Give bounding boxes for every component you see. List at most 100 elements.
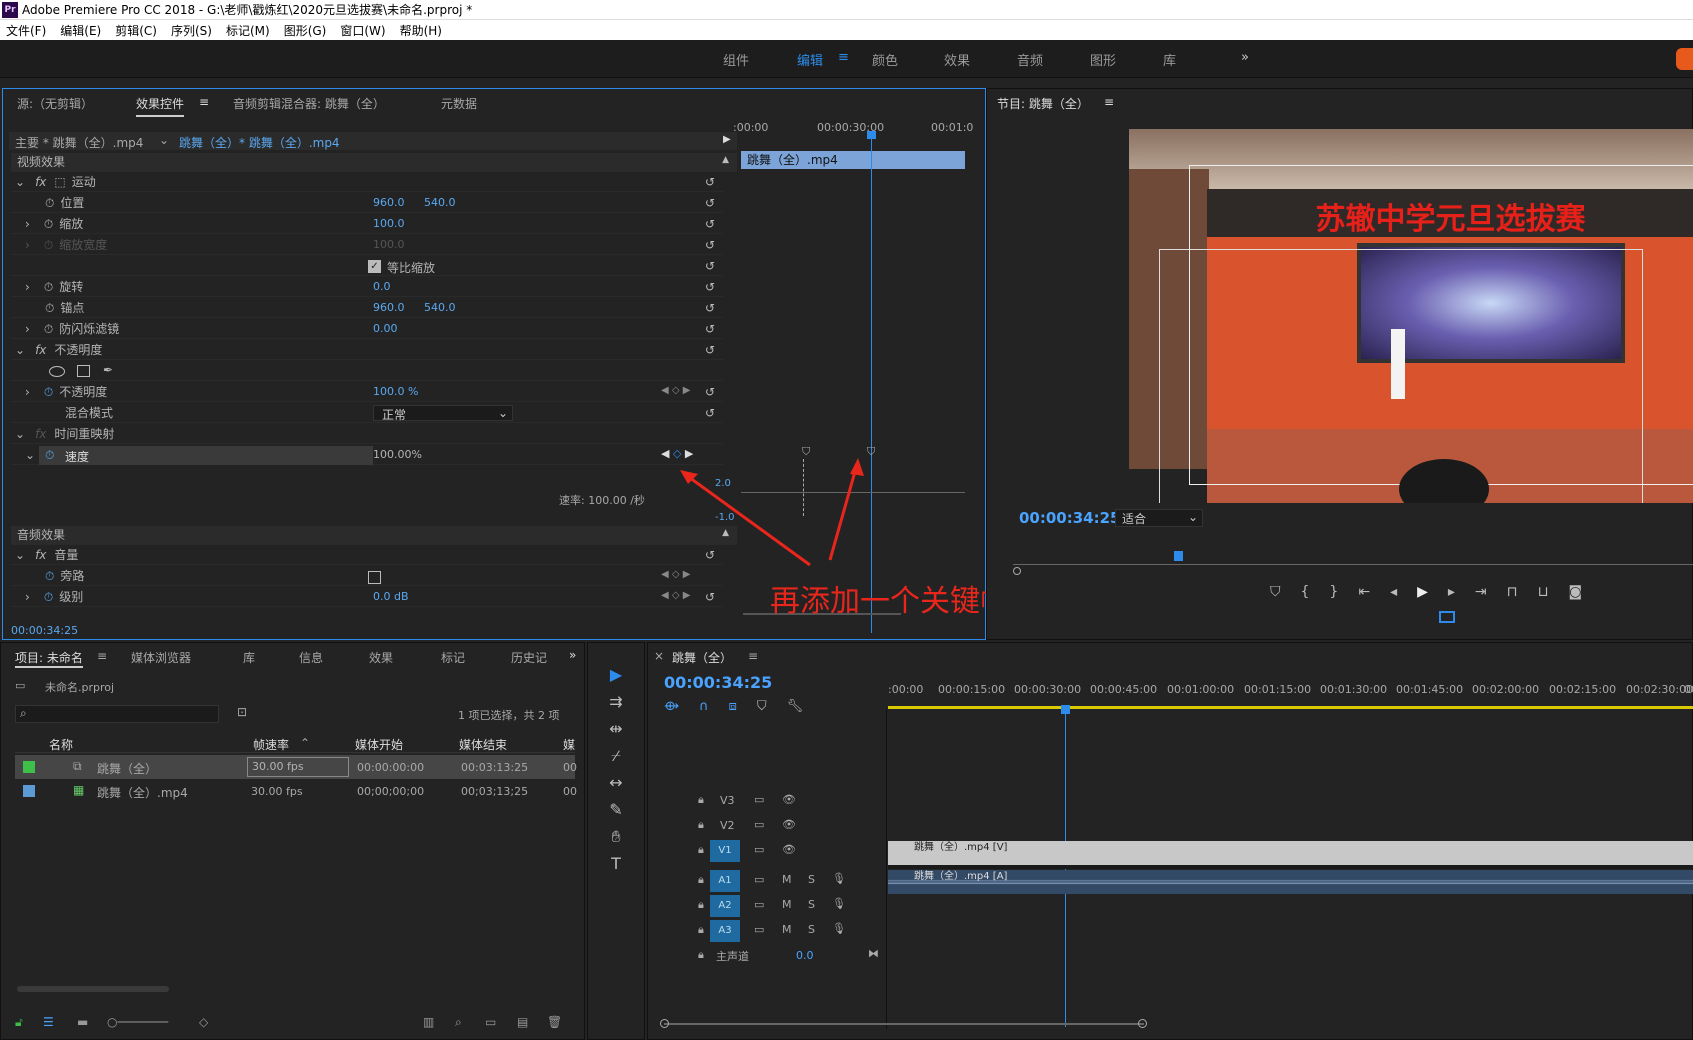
opacity-value[interactable]: 100.0 % <box>373 385 418 398</box>
wrench-icon[interactable]: 🔧︎ <box>787 699 804 714</box>
trash-icon[interactable]: 🗑︎ <box>547 1015 562 1029</box>
anchor-x-value[interactable]: 960.0 <box>373 301 405 314</box>
panel-more-icon[interactable]: » <box>569 648 576 662</box>
list-view-icon[interactable]: ☰ <box>43 1015 54 1029</box>
workspace-assembly[interactable]: 组件 <box>723 50 749 69</box>
track-v2[interactable]: 🔒︎ V2 ▭ 👁︎ <box>698 814 886 838</box>
slip-tool-icon[interactable]: ↔ <box>596 769 636 796</box>
timeline-timecode[interactable]: 00:00:34:25 <box>664 673 772 692</box>
new-search-bin-icon[interactable]: ⊡ <box>237 705 247 719</box>
keyframe-nav-icon[interactable]: ◀ ◇ ▶ <box>661 385 690 396</box>
timeline-zoom-scrollbar[interactable] <box>664 1023 1144 1025</box>
tab-media-browser[interactable]: 媒体浏览器 <box>131 649 191 666</box>
workspace-audio[interactable]: 音频 <box>1017 50 1043 69</box>
menu-file[interactable]: 文件(F) <box>6 22 46 39</box>
automate-icon[interactable]: ▥ <box>423 1015 434 1029</box>
menu-markers[interactable]: 标记(M) <box>226 22 270 39</box>
menu-graphics[interactable]: 图形(G) <box>284 22 327 39</box>
nest-icon[interactable]: ⟴ <box>664 699 679 714</box>
project-menu-icon[interactable]: ≡ <box>97 649 107 663</box>
track-master[interactable]: 🔒︎ 主声道 0.0 ⧓ <box>698 944 886 968</box>
effect-opacity-row[interactable]: ⌄ fx 不透明度 ↺ <box>11 341 723 360</box>
master-clip-label[interactable]: 主要 * 跳舞（全）.mp4 <box>15 134 143 151</box>
tab-project[interactable]: 项目: 未命名 <box>15 649 83 668</box>
track-v1[interactable]: 🔒︎ V1 ▭ 👁︎ <box>698 839 886 863</box>
effect-timeline-clip[interactable]: 跳舞（全）.mp4 <box>741 151 965 169</box>
audio-clip-a1[interactable]: 跳舞（全）.mp4 [A] <box>888 870 1693 894</box>
icon-view-icon[interactable]: ▬ <box>77 1015 88 1029</box>
menu-window[interactable]: 窗口(W) <box>340 22 385 39</box>
workspace-graphics[interactable]: 图形 <box>1090 50 1116 69</box>
workspace-color[interactable]: 颜色 <box>872 50 898 69</box>
track-a2[interactable]: 🔒︎ A2 ▭ M S 🎙︎ <box>698 894 886 918</box>
tab-history[interactable]: 历史记 <box>511 649 547 666</box>
sequence-clip-label[interactable]: 跳舞（全）* 跳舞（全）.mp4 <box>179 134 340 151</box>
rotation-value[interactable]: 0.0 <box>373 280 391 293</box>
comparison-view-icon[interactable] <box>1439 611 1455 623</box>
column-media-end[interactable]: 媒体结束 <box>459 736 507 753</box>
linked-selection-icon[interactable]: ⧈ <box>729 699 737 714</box>
position-x-value[interactable]: 960.0 <box>373 196 405 209</box>
effect-timeline-ruler[interactable]: :00:00 00:00:30:00 00:01:0 <box>733 119 973 137</box>
tab-metadata[interactable]: 元数据 <box>441 95 477 112</box>
lock-icon[interactable]: 🔓︎ <box>15 1015 23 1030</box>
sort-icons-icon[interactable]: ◇ <box>199 1015 208 1029</box>
tab-info[interactable]: 信息 <box>299 649 323 666</box>
type-tool-icon[interactable]: T <box>596 850 636 877</box>
pen-tool-icon[interactable]: ✎ <box>596 796 636 823</box>
scale-value[interactable]: 100.0 <box>373 217 405 230</box>
menu-clip[interactable]: 剪辑(C) <box>115 22 157 39</box>
track-select-tool-icon[interactable]: ⇉ <box>596 688 636 715</box>
tab-libraries[interactable]: 库 <box>243 649 255 666</box>
bypass-checkbox[interactable] <box>368 571 381 584</box>
hand-tool-icon[interactable]: ✋︎ <box>596 823 636 850</box>
speed-value[interactable]: 100.00% <box>373 448 422 461</box>
level-value[interactable]: 0.0 dB <box>373 590 409 603</box>
effect-playhead-handle[interactable] <box>867 131 876 139</box>
zoom-slider[interactable]: ○─────── <box>107 1015 168 1029</box>
tab-source[interactable]: 源:（无剪辑） <box>17 95 93 112</box>
effect-motion-row[interactable]: ⌄ fx ⬚ 运动 ↺ <box>11 173 723 192</box>
sequence-tab[interactable]: 跳舞（全） <box>672 649 732 666</box>
workspace-menu-icon[interactable]: ≡ <box>838 50 849 65</box>
timeline-ruler[interactable]: :00:00 00:00:15:00 00:00:30:00 00:00:45:… <box>888 683 1693 705</box>
video-clip-v1[interactable]: 跳舞（全）.mp4 [V] <box>888 841 1693 865</box>
project-row-clip[interactable]: ▦ 跳舞（全）.mp4 30.00 fps 00;00;00;00 00;03;… <box>15 779 577 803</box>
time-remap-row[interactable]: ⌄ fx 时间重映射 <box>11 425 723 444</box>
column-media-start[interactable]: 媒体开始 <box>355 736 403 753</box>
track-a1[interactable]: 🔒︎ A1 ▭ M S 🎙︎ <box>698 869 886 893</box>
tab-effect-controls[interactable]: 效果控件 <box>136 95 185 117</box>
program-menu-icon[interactable]: ≡ <box>1104 95 1114 109</box>
program-zoom-handle[interactable] <box>1013 567 1021 575</box>
program-transport-controls[interactable]: ⛉{}⇤◂▶▸⇥⊓⊔◙ <box>1270 584 1602 600</box>
selection-tool-icon[interactable]: ▶ <box>596 661 636 688</box>
menu-help[interactable]: 帮助(H) <box>400 22 442 39</box>
close-icon[interactable]: × <box>654 649 664 663</box>
position-y-value[interactable]: 540.0 <box>424 196 456 209</box>
program-playhead[interactable] <box>1174 551 1183 561</box>
timeline-menu-icon[interactable]: ≡ <box>748 649 758 663</box>
effect-controls-menu-icon[interactable]: ≡ <box>199 95 209 109</box>
item-fps-edit[interactable]: 30.00 fps <box>247 757 349 777</box>
workspace-editing[interactable]: 编辑 <box>797 50 823 69</box>
play-only-audio-icon[interactable]: ▶ <box>723 134 731 145</box>
program-monitor-title[interactable]: 节目: 跳舞（全） <box>997 95 1089 112</box>
uniform-scale-checkbox[interactable]: ✓ <box>368 260 381 273</box>
project-row-sequence[interactable]: ⧉ 跳舞（全） 30.00 fps 00:00:00:00 00:03:13:2… <box>15 755 577 779</box>
snap-icon[interactable]: ∩ <box>699 699 709 714</box>
workspace-more-icon[interactable]: » <box>1241 50 1249 65</box>
menu-sequence[interactable]: 序列(S) <box>171 22 212 39</box>
rectangle-mask-icon[interactable] <box>77 365 90 377</box>
program-video-frame[interactable]: 苏辙中学元旦选拔赛 <box>1129 129 1693 503</box>
program-time-ruler[interactable] <box>1013 559 1693 565</box>
track-a3[interactable]: 🔒︎ A3 ▭ M S 🎙︎ <box>698 919 886 943</box>
blend-mode-dropdown[interactable]: 正常 ⌄ <box>373 405 513 422</box>
column-frame-rate[interactable]: 帧速率 <box>253 736 289 753</box>
project-search-input[interactable]: ⌕ <box>15 705 219 723</box>
ellipse-mask-icon[interactable] <box>49 366 65 377</box>
tab-markers[interactable]: 标记 <box>441 649 465 666</box>
new-bin-icon[interactable]: ▭ <box>485 1015 496 1029</box>
workspace-effects[interactable]: 效果 <box>944 50 970 69</box>
tab-audio-clip-mixer[interactable]: 音频剪辑混合器: 跳舞（全） <box>233 95 385 112</box>
find-icon[interactable]: ⌕ <box>455 1015 462 1030</box>
